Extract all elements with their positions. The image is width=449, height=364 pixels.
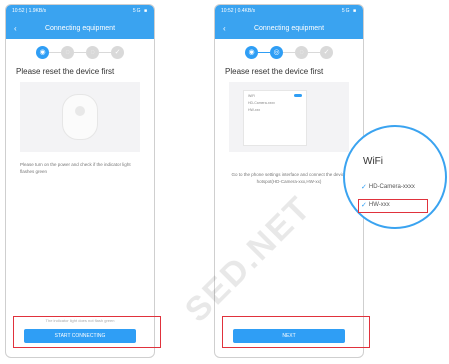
status-indicators: 5G ■ [341,8,357,14]
status-time: 10:52 | 1.9KB/s [12,8,47,14]
wifi-title: WiFi [363,156,383,167]
instruction-text: Please turn on the power and check if th… [20,162,131,174]
back-icon[interactable]: ‹ [223,24,226,33]
highlight-frame [358,199,428,213]
back-icon[interactable]: ‹ [14,24,17,33]
status-time: 10:52 | 0.4KB/s [221,8,256,14]
mini-net-label: HW-xxx [248,108,261,112]
step-progress: ◉ ◎ ◌ ✓ [215,39,363,65]
mini-wifi-row: WiFi [244,91,306,98]
reset-title: Please reset the device first [225,67,324,76]
step-connector [258,51,270,53]
status-indicators: 5G ■ [132,8,148,14]
wifi-settings-mock: WiFi HD-Camera-xxxx HW-xxx [243,90,307,146]
page-title: Connecting equipment [44,24,116,32]
mini-toggle-icon [294,94,302,97]
step-wifi-icon: ◌ [61,45,74,59]
mini-net-row: HD-Camera-xxxx [244,98,306,105]
step-check-icon: ✓ [111,45,124,59]
check-icon: ✓ [361,184,367,191]
phone-screen-left: 10:52 | 1.9KB/s 5G ■ ‹ Connecting equipm… [5,4,155,358]
camera-device-image [62,94,98,140]
status-bar: 10:52 | 0.4KB/s 5G ■ [215,5,363,17]
instruction-text: Go to the phone settings interface and c… [231,172,347,184]
step-link-icon: ◌ [295,45,308,59]
reset-title: Please reset the device first [16,67,115,76]
step-connector [308,51,320,53]
highlight-frame [222,316,370,348]
device-illustration [20,82,140,152]
step-bulb-icon: ◉ [36,45,49,59]
wifi-network-label: HD-Camera-xxxx [368,184,415,190]
step-connector [49,51,61,53]
page-title: Connecting equipment [253,24,325,32]
step-connector [74,51,86,53]
header-bar: ‹ Connecting equipment [6,17,154,39]
header-bar: ‹ Connecting equipment [215,17,363,39]
mini-net-row: HW-xxx [244,105,306,112]
wifi-magnifier-callout: WiFi ✓ HD-Camera-xxxx ✓ HW-xxx [343,125,447,229]
step-wifi-icon: ◎ [270,45,283,59]
settings-illustration: WiFi HD-Camera-xxxx HW-xxx [229,82,349,152]
step-link-icon: ◌ [86,45,99,59]
mini-wifi-label: WiFi [248,94,255,98]
step-progress: ◉ ◌ ◌ ✓ [6,39,154,65]
step-bulb-icon: ◉ [245,45,258,59]
step-connector [99,51,111,53]
phone-screen-right: 10:52 | 0.4KB/s 5G ■ ‹ Connecting equipm… [214,4,364,358]
mini-net-label: HD-Camera-xxxx [248,101,275,105]
wifi-network-item[interactable]: ✓ HD-Camera-xxxx [361,183,415,191]
status-bar: 10:52 | 1.9KB/s 5G ■ [6,5,154,17]
step-check-icon: ✓ [320,45,333,59]
step-connector [283,51,295,53]
highlight-frame [13,316,161,348]
